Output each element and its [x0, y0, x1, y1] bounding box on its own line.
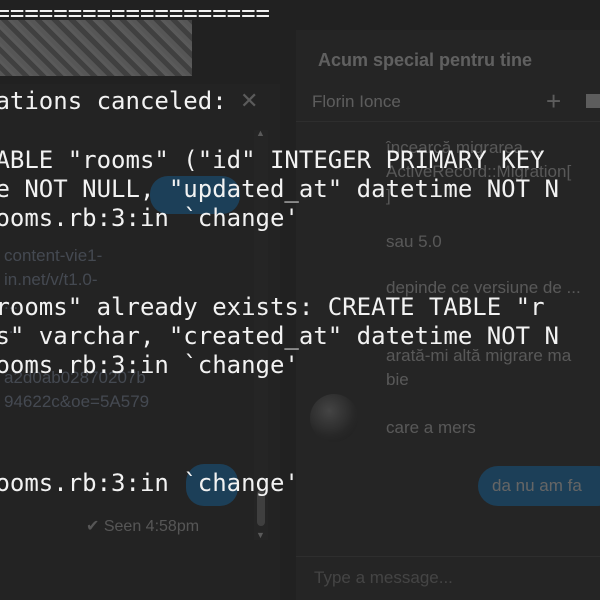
terminal-line: rations canceled:: [0, 87, 227, 115]
terminal-line: rooms.rb:3:in `change': [0, 204, 299, 232]
terminal-line: "rooms" already exists: CREATE TABLE "r: [0, 293, 545, 321]
terminal-line: TABLE "rooms" ("id" INTEGER PRIMARY KEY: [0, 146, 545, 174]
terminal-line: ====================: [0, 0, 270, 27]
terminal-line: rooms.rb:3:in `change': [0, 469, 299, 497]
terminal-line: me NOT NULL, "updated_at" datetime NOT N: [0, 175, 559, 203]
terminal-line: rooms.rb:3:in `change': [0, 351, 299, 379]
terminal-output[interactable]: ==================== rations canceled: T…: [0, 0, 600, 600]
terminal-line: es" varchar, "created_at" datetime NOT N: [0, 322, 559, 350]
